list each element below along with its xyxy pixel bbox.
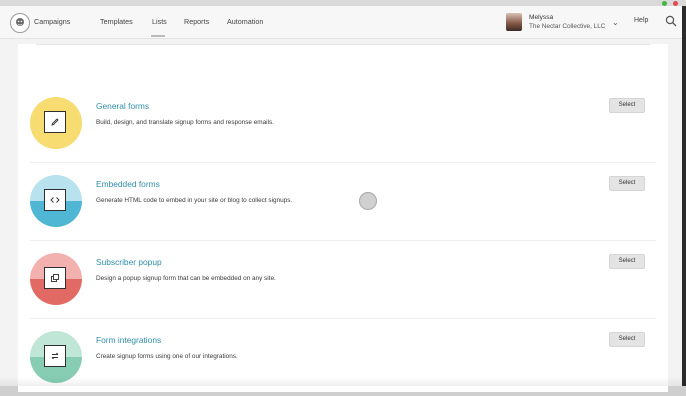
mailchimp-logo-icon[interactable] [10, 13, 30, 33]
pencil-icon [44, 111, 66, 133]
bottom-shadow [0, 376, 686, 386]
general-forms-title[interactable]: General forms [96, 101, 149, 111]
nav-reports[interactable]: Reports [184, 17, 209, 26]
scrollbar[interactable] [682, 6, 686, 386]
chevron-down-icon[interactable]: ⌄ [612, 18, 620, 27]
nav-templates[interactable]: Templates [100, 17, 133, 26]
signup-forms-panel: General forms Build, design, and transla… [18, 44, 668, 392]
nav-lists[interactable]: Lists [152, 17, 167, 26]
subscriber-popup-description: Design a popup signup form that can be e… [96, 275, 276, 282]
subscriber-popup-title[interactable]: Subscriber popup [96, 257, 162, 267]
general-forms-description: Build, design, and translate signup form… [96, 119, 274, 126]
account-name[interactable]: Melyssa [529, 14, 553, 21]
code-icon [44, 189, 66, 211]
maximize-icon[interactable] [662, 0, 667, 6]
divider [36, 44, 650, 45]
mouse-cursor-indicator [359, 192, 377, 210]
close-icon[interactable] [673, 0, 678, 6]
embedded-forms-badge [30, 175, 82, 227]
app-window: Campaigns Templates Lists Reports Automa… [0, 6, 682, 392]
help-link[interactable]: Help [634, 17, 648, 24]
form-type-general: General forms Build, design, and transla… [18, 84, 668, 162]
integration-icon [44, 345, 66, 367]
form-type-embedded: Embedded forms Generate HTML code to emb… [18, 162, 668, 240]
general-forms-badge [30, 97, 82, 149]
form-integrations-select-button[interactable]: Select [609, 332, 645, 347]
avatar[interactable] [506, 13, 522, 31]
form-integrations-title[interactable]: Form integrations [96, 335, 161, 345]
embedded-forms-title[interactable]: Embedded forms [96, 179, 160, 189]
account-organization[interactable]: The Nectar Collective, LLC [529, 23, 605, 30]
subscriber-popup-select-button[interactable]: Select [609, 254, 645, 269]
embedded-forms-description: Generate HTML code to embed in your site… [96, 197, 293, 204]
embedded-forms-select-button[interactable]: Select [609, 176, 645, 191]
nav-automation[interactable]: Automation [227, 17, 263, 26]
form-type-popup: Subscriber popup Design a popup signup f… [18, 240, 668, 318]
active-nav-indicator [151, 35, 165, 37]
nav-campaigns[interactable]: Campaigns [34, 17, 70, 26]
general-forms-select-button[interactable]: Select [609, 98, 645, 113]
subscriber-popup-badge [30, 253, 82, 305]
top-navigation: Campaigns Templates Lists Reports Automa… [0, 6, 682, 39]
form-integrations-description: Create signup forms using one of our int… [96, 353, 238, 360]
search-icon[interactable] [665, 15, 677, 27]
popup-icon [44, 267, 66, 289]
